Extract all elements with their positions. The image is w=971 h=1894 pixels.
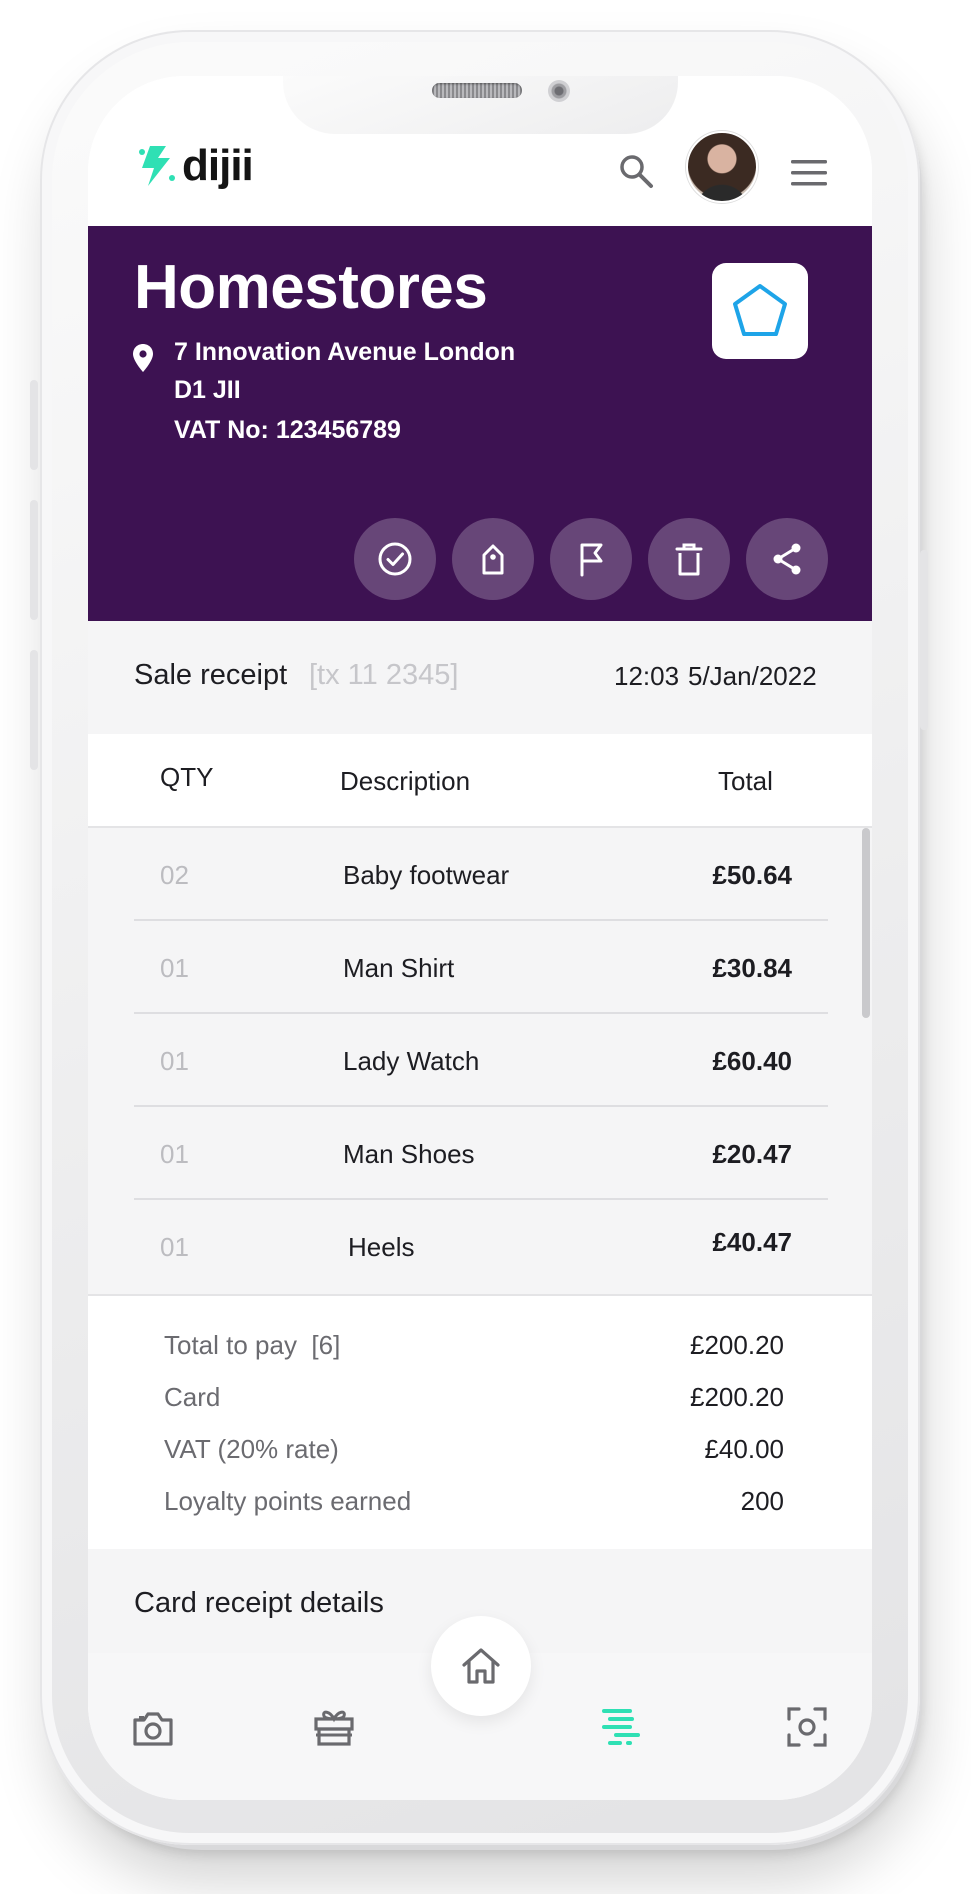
- store-address-line2: D1 JII: [174, 376, 241, 404]
- receipt-title: Sale receipt: [134, 659, 288, 691]
- summary-row-vat: VAT (20% rate) £40.00: [164, 1434, 784, 1474]
- item-qty: 01: [160, 953, 189, 983]
- loyalty-points-value: 200: [740, 1486, 784, 1516]
- table-row[interactable]: 01 Lady Watch £60.40: [134, 1014, 828, 1107]
- search-icon[interactable]: [618, 153, 654, 189]
- phone-speaker: [432, 83, 522, 98]
- transaction-id: [tx 11 2345]: [309, 659, 459, 691]
- column-header-total: Total: [718, 766, 773, 796]
- receipt-header: Sale receipt [tx 11 2345] 12:03 5/Jan/20…: [88, 621, 872, 734]
- user-avatar[interactable]: [686, 131, 758, 203]
- app-logo[interactable]: dijii: [136, 141, 254, 191]
- tag-icon: [482, 544, 504, 575]
- camera-icon[interactable]: [131, 1707, 175, 1751]
- delete-button[interactable]: [648, 518, 730, 600]
- total-to-pay-label: Total to pay [6]: [164, 1330, 341, 1360]
- item-description: Man Shoes: [343, 1139, 475, 1169]
- table-row[interactable]: 01 Man Shoes £20.47: [134, 1107, 828, 1200]
- item-qty: 01: [160, 1232, 189, 1262]
- item-description: Man Shirt: [343, 953, 455, 983]
- gift-icon[interactable]: [312, 1705, 356, 1749]
- phone-silent-switch: [30, 380, 38, 470]
- summary-row-total: Total to pay [6] £200.20: [164, 1330, 784, 1370]
- store-address-line1: 7 Innovation Avenue London: [174, 338, 516, 366]
- items-table-header: QTY Description Total: [88, 734, 872, 828]
- receipt-time: 12:03: [614, 661, 680, 691]
- phone-volume-up: [30, 500, 38, 620]
- table-row[interactable]: 01 Heels £40.47: [134, 1200, 828, 1293]
- item-total: £50.64: [712, 860, 792, 890]
- total-to-pay-value: £200.20: [690, 1330, 784, 1360]
- store-name: Homestores: [134, 253, 488, 322]
- phone-volume-down: [30, 650, 38, 770]
- store-vat-number: VAT No: 123456789: [174, 416, 401, 444]
- flag-icon: [580, 543, 603, 577]
- receipts-list-icon[interactable]: [600, 1706, 644, 1750]
- phone-screen: dijii Homestores 7 Innovation Avenue Lon…: [88, 76, 872, 1800]
- items-list[interactable]: 02 Baby footwear £50.64 01 Man Shirt £30…: [88, 828, 872, 1294]
- summary-row-loyalty: Loyalty points earned 200: [164, 1486, 784, 1526]
- summary-row-card: Card £200.20: [164, 1382, 784, 1422]
- pentagon-icon: [733, 284, 787, 336]
- flag-button[interactable]: [550, 518, 632, 600]
- phone-front-camera: [548, 80, 570, 102]
- items-scrollbar[interactable]: [862, 828, 870, 1018]
- item-qty: 01: [160, 1139, 189, 1169]
- table-row[interactable]: 02 Baby footwear £50.64: [134, 828, 828, 921]
- brand-name: dijii: [182, 141, 254, 190]
- trash-icon: [675, 543, 703, 576]
- item-total: £60.40: [712, 1046, 792, 1076]
- share-icon: [773, 543, 801, 575]
- loyalty-points-label: Loyalty points earned: [164, 1486, 412, 1516]
- receipt-date: 5/Jan/2022: [688, 661, 817, 691]
- home-button[interactable]: [431, 1616, 531, 1716]
- tag-button[interactable]: [452, 518, 534, 600]
- item-qty: 01: [160, 1046, 189, 1076]
- item-description: Heels: [348, 1232, 415, 1262]
- item-total: £30.84: [712, 953, 792, 983]
- store-logo: [712, 263, 808, 359]
- vat-label: VAT (20% rate): [164, 1434, 339, 1464]
- check-circle-icon: [378, 542, 412, 576]
- item-total: £40.47: [712, 1227, 792, 1257]
- column-header-qty: QTY: [160, 762, 214, 792]
- column-header-description: Description: [340, 766, 471, 796]
- receipt-actions: [354, 518, 828, 600]
- card-label: Card: [164, 1382, 221, 1412]
- store-header: Homestores 7 Innovation Avenue London D1…: [88, 226, 872, 621]
- approve-button[interactable]: [354, 518, 436, 600]
- card-receipt-details-title: Card receipt details: [134, 1587, 384, 1619]
- phone-power-button: [920, 550, 928, 730]
- table-row[interactable]: 01 Man Shirt £30.84: [134, 921, 828, 1014]
- dijii-logo-icon: [139, 146, 175, 186]
- vat-value: £40.00: [704, 1434, 784, 1464]
- location-pin-icon: [133, 344, 153, 372]
- card-value: £200.20: [690, 1382, 784, 1412]
- hamburger-menu-icon[interactable]: [791, 159, 827, 187]
- home-icon: [462, 1648, 500, 1684]
- item-description: Lady Watch: [343, 1046, 480, 1076]
- share-button[interactable]: [746, 518, 828, 600]
- payment-summary: Total to pay [6] £200.20 Card £200.20 VA…: [88, 1294, 872, 1549]
- item-qty: 02: [160, 860, 189, 890]
- item-total: £20.47: [712, 1139, 792, 1169]
- item-description: Baby footwear: [343, 860, 510, 890]
- scan-icon[interactable]: [785, 1705, 829, 1749]
